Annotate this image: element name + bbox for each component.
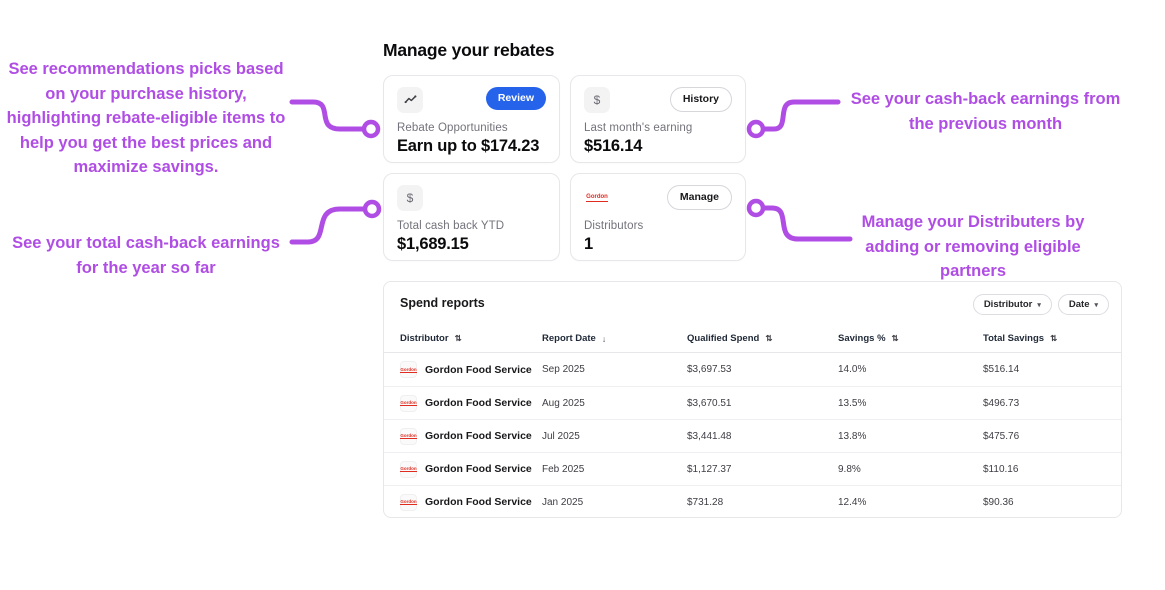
annotation-manage-distributors: Manage your Distributers by adding or re… (843, 210, 1103, 284)
sort-icon: ⇅ (892, 333, 899, 344)
card-value: Earn up to $174.23 (397, 137, 546, 156)
distributor-name: Gordon Food Service (425, 397, 532, 409)
connector-line-left-top (292, 102, 362, 129)
annotation-recommendations: See recommendations picks based on your … (0, 57, 292, 180)
savings-pct: 9.8% (838, 464, 983, 475)
gordon-food-service-logo-icon: Gordon (400, 461, 417, 478)
card-label: Rebate Opportunities (397, 122, 546, 134)
savings-pct: 13.5% (838, 398, 983, 409)
trend-icon (397, 87, 423, 113)
card-label: Distributors (584, 220, 732, 232)
sort-icon: ⇅ (1050, 333, 1057, 344)
card-distributors: Gordon Manage Distributors 1 (570, 173, 746, 261)
spend-reports-panel: Spend reports Distributor ▾ Date ▾ Distr… (383, 281, 1122, 518)
gordon-food-service-logo-icon: Gordon (584, 185, 610, 211)
gordon-food-service-logo-icon: Gordon (400, 361, 417, 378)
total-savings: $110.16 (983, 464, 1105, 475)
table-row[interactable]: Gordon Gordon Food Service Feb 2025 $1,1… (384, 452, 1121, 485)
dollar-icon: $ (397, 185, 423, 211)
qualified-spend: $3,697.53 (687, 364, 838, 375)
total-savings: $496.73 (983, 398, 1105, 409)
filter-label: Date (1069, 299, 1090, 310)
page-title: Manage your rebates (383, 40, 554, 61)
report-date: Sep 2025 (542, 364, 687, 375)
table-row[interactable]: Gordon Gordon Food Service Sep 2025 $3,6… (384, 353, 1121, 386)
card-label: Last month's earning (584, 122, 732, 134)
table-row[interactable]: Gordon Gordon Food Service Jan 2025 $731… (384, 485, 1121, 518)
qualified-spend: $3,670.51 (687, 398, 838, 409)
spend-reports-title: Spend reports (400, 294, 485, 310)
report-filters: Distributor ▾ Date ▾ (973, 294, 1109, 315)
report-date: Aug 2025 (542, 398, 687, 409)
filter-label: Distributor (984, 299, 1033, 310)
total-savings: $475.76 (983, 431, 1105, 442)
savings-pct: 12.4% (838, 497, 983, 508)
connector-line-left-bottom (292, 209, 363, 242)
column-header-qualified-spend[interactable]: Qualified Spend ⇅ (687, 333, 838, 344)
chevron-down-icon: ▾ (1094, 301, 1098, 309)
column-header-distributor[interactable]: Distributor ⇅ (400, 333, 542, 344)
qualified-spend: $3,441.48 (687, 431, 838, 442)
column-header-savings-pct[interactable]: Savings % ⇅ (838, 333, 983, 344)
card-total-cash-back-ytd: $ Total cash back YTD $1,689.15 (383, 173, 560, 261)
card-value: 1 (584, 235, 732, 254)
column-header-report-date[interactable]: Report Date ↓ (542, 333, 687, 344)
connector-dot-right-bottom (749, 201, 763, 215)
connector-dot-right-top (749, 122, 763, 136)
chevron-down-icon: ▾ (1037, 301, 1041, 309)
savings-pct: 13.8% (838, 431, 983, 442)
column-header-total-savings[interactable]: Total Savings ⇅ (983, 333, 1105, 344)
card-value: $1,689.15 (397, 235, 546, 254)
date-filter-button[interactable]: Date ▾ (1058, 294, 1109, 315)
gordon-food-service-logo-icon: Gordon (400, 428, 417, 445)
dollar-icon: $ (584, 87, 610, 113)
savings-pct: 14.0% (838, 364, 983, 375)
gordon-food-service-logo-icon: Gordon (400, 395, 417, 412)
sort-desc-icon: ↓ (602, 334, 606, 344)
report-date: Jul 2025 (542, 431, 687, 442)
report-date: Jan 2025 (542, 497, 687, 508)
gordon-food-service-logo-icon: Gordon (400, 494, 417, 511)
sort-icon: ⇅ (455, 333, 462, 344)
card-label: Total cash back YTD (397, 220, 546, 232)
connector-dot-left-bottom (365, 202, 379, 216)
card-rebate-opportunities: Review Rebate Opportunities Earn up to $… (383, 75, 560, 163)
distributor-name: Gordon Food Service (425, 430, 532, 442)
table-row[interactable]: Gordon Gordon Food Service Aug 2025 $3,6… (384, 386, 1121, 419)
connector-line-right-top (765, 102, 838, 129)
total-savings: $516.14 (983, 364, 1105, 375)
distributor-name: Gordon Food Service (425, 364, 532, 376)
annotation-total-cash-back: See your total cash-back earnings for th… (0, 231, 292, 280)
qualified-spend: $1,127.37 (687, 464, 838, 475)
card-last-month-earning: $ History Last month's earning $516.14 (570, 75, 746, 163)
annotation-last-month-earnings: See your cash-back earnings from the pre… (838, 87, 1133, 136)
rebates-dashboard: See recommendations picks based on your … (0, 0, 1165, 590)
connector-dot-left-top (364, 122, 378, 136)
distributor-name: Gordon Food Service (425, 463, 532, 475)
history-button[interactable]: History (670, 87, 732, 112)
distributor-filter-button[interactable]: Distributor ▾ (973, 294, 1052, 315)
review-button[interactable]: Review (486, 87, 546, 110)
total-savings: $90.36 (983, 497, 1105, 508)
card-value: $516.14 (584, 137, 732, 156)
table-header-row: Distributor ⇅ Report Date ↓ Qualified Sp… (384, 325, 1121, 353)
qualified-spend: $731.28 (687, 497, 838, 508)
distributor-name: Gordon Food Service (425, 496, 532, 508)
manage-button[interactable]: Manage (667, 185, 732, 210)
report-date: Feb 2025 (542, 464, 687, 475)
sort-icon: ⇅ (765, 333, 772, 344)
connector-line-right-bottom (765, 208, 850, 239)
table-row[interactable]: Gordon Gordon Food Service Jul 2025 $3,4… (384, 419, 1121, 452)
